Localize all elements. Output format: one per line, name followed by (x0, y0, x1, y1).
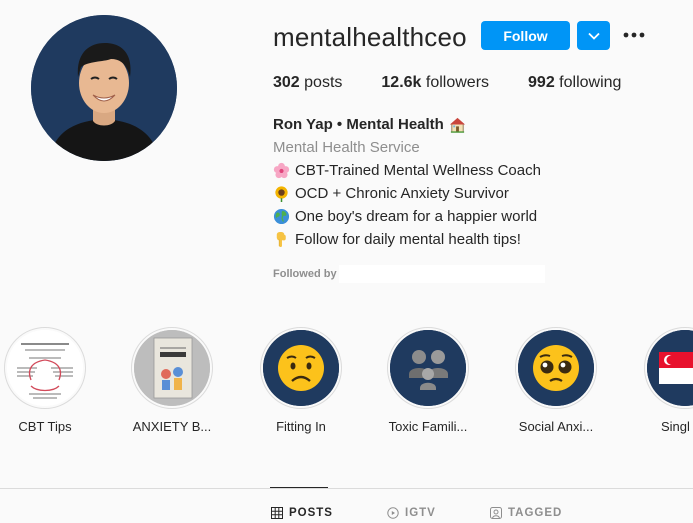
bio-line: Follow for daily mental health tips! (273, 228, 541, 251)
highlight-label: Toxic Famili... (388, 419, 468, 434)
bio-line: OCD + Chronic Anxiety Survivor (273, 182, 541, 205)
story-highlight[interactable]: Social Anxi... (501, 327, 611, 434)
tab-tagged[interactable]: TAGGED (490, 507, 562, 519)
story-highlight[interactable]: CBT Tips (0, 327, 100, 434)
story-highlight[interactable]: Fitting In (246, 327, 356, 434)
pleading-face-icon (518, 330, 594, 406)
bio-name-row: Ron Yap • Mental Health (273, 113, 541, 136)
highlight-label: Singl (661, 419, 690, 434)
posts-stat: 302 posts (273, 74, 342, 92)
highlight-cover-book (134, 330, 210, 406)
chevron-down-icon (587, 32, 600, 40)
worried-face-icon (263, 330, 339, 406)
followed-by[interactable]: Followed by (273, 265, 545, 283)
posts-label: posts (299, 74, 343, 91)
profile-stats: 302 posts 12.6k followers 992 following (273, 74, 660, 92)
following-label: following (554, 74, 622, 91)
bio-line-text: CBT-Trained Mental Wellness Coach (295, 162, 541, 179)
profile-bio: Ron Yap • Mental Health Mental Health Se… (273, 113, 541, 251)
more-dots-icon (623, 32, 645, 38)
posts-count: 302 (273, 74, 300, 91)
igtv-icon (387, 507, 399, 519)
singapore-flag-icon (647, 330, 693, 406)
bio-line-text: One boy's dream for a happier world (295, 208, 538, 225)
highlight-label: CBT Tips (18, 419, 72, 434)
highlight-label: Social Anxi... (518, 419, 594, 434)
bio-line: One boy's dream for a happier world (273, 205, 541, 228)
bio-line: CBT-Trained Mental Wellness Coach (273, 159, 541, 182)
bio-line-text: Follow for daily mental health tips! (295, 231, 521, 248)
highlight-ring (644, 327, 693, 409)
tab-label: POSTS (289, 507, 333, 519)
highlight-cover-diagram (7, 330, 83, 406)
bio-full-name: Ron Yap • Mental Health (273, 116, 444, 133)
avatar-portrait (31, 15, 177, 161)
more-options-button[interactable] (621, 24, 647, 46)
highlight-ring (387, 327, 469, 409)
profile-username: mentalhealthceo (273, 22, 467, 52)
tabs-divider (0, 488, 693, 489)
tab-label: IGTV (405, 507, 436, 519)
followers-stat[interactable]: 12.6k followers (381, 74, 489, 92)
tab-posts[interactable]: POSTS (271, 507, 333, 519)
highlight-ring (4, 327, 86, 409)
cherry-blossom-icon (273, 162, 290, 179)
story-highlight[interactable]: ANXIETY B... (117, 327, 227, 434)
following-count: 992 (528, 74, 555, 91)
tagged-icon (490, 507, 502, 519)
highlight-label: ANXIETY B... (132, 419, 212, 434)
highlight-ring (515, 327, 597, 409)
followed-by-label: Followed by (273, 268, 337, 280)
followers-label: followers (421, 74, 490, 91)
active-tab-indicator (270, 487, 328, 488)
grid-icon (271, 507, 283, 519)
pointing-down-icon (273, 231, 290, 248)
profile-page: mentalhealthceo Follow 302 posts 12.6k f… (0, 0, 693, 523)
house-icon (449, 116, 466, 133)
tab-label: TAGGED (508, 507, 563, 519)
tab-igtv[interactable]: IGTV (387, 507, 436, 519)
bio-category: Mental Health Service (273, 139, 420, 156)
bio-line-text: OCD + Chronic Anxiety Survivor (295, 185, 509, 202)
story-highlight[interactable]: Toxic Famili... (373, 327, 483, 434)
followers-count: 12.6k (381, 74, 422, 91)
profile-avatar[interactable] (31, 15, 177, 161)
globe-icon (273, 208, 290, 225)
followed-by-names-redacted (338, 265, 545, 283)
sunflower-icon (273, 185, 290, 202)
following-stat[interactable]: 992 following (528, 74, 621, 92)
follow-button[interactable]: Follow (481, 21, 570, 50)
highlight-label: Fitting In (276, 419, 326, 434)
highlight-ring (131, 327, 213, 409)
highlight-ring (260, 327, 342, 409)
suggested-dropdown-button[interactable] (577, 21, 610, 50)
story-highlight[interactable]: Singl (630, 327, 693, 434)
family-icon (390, 330, 466, 406)
